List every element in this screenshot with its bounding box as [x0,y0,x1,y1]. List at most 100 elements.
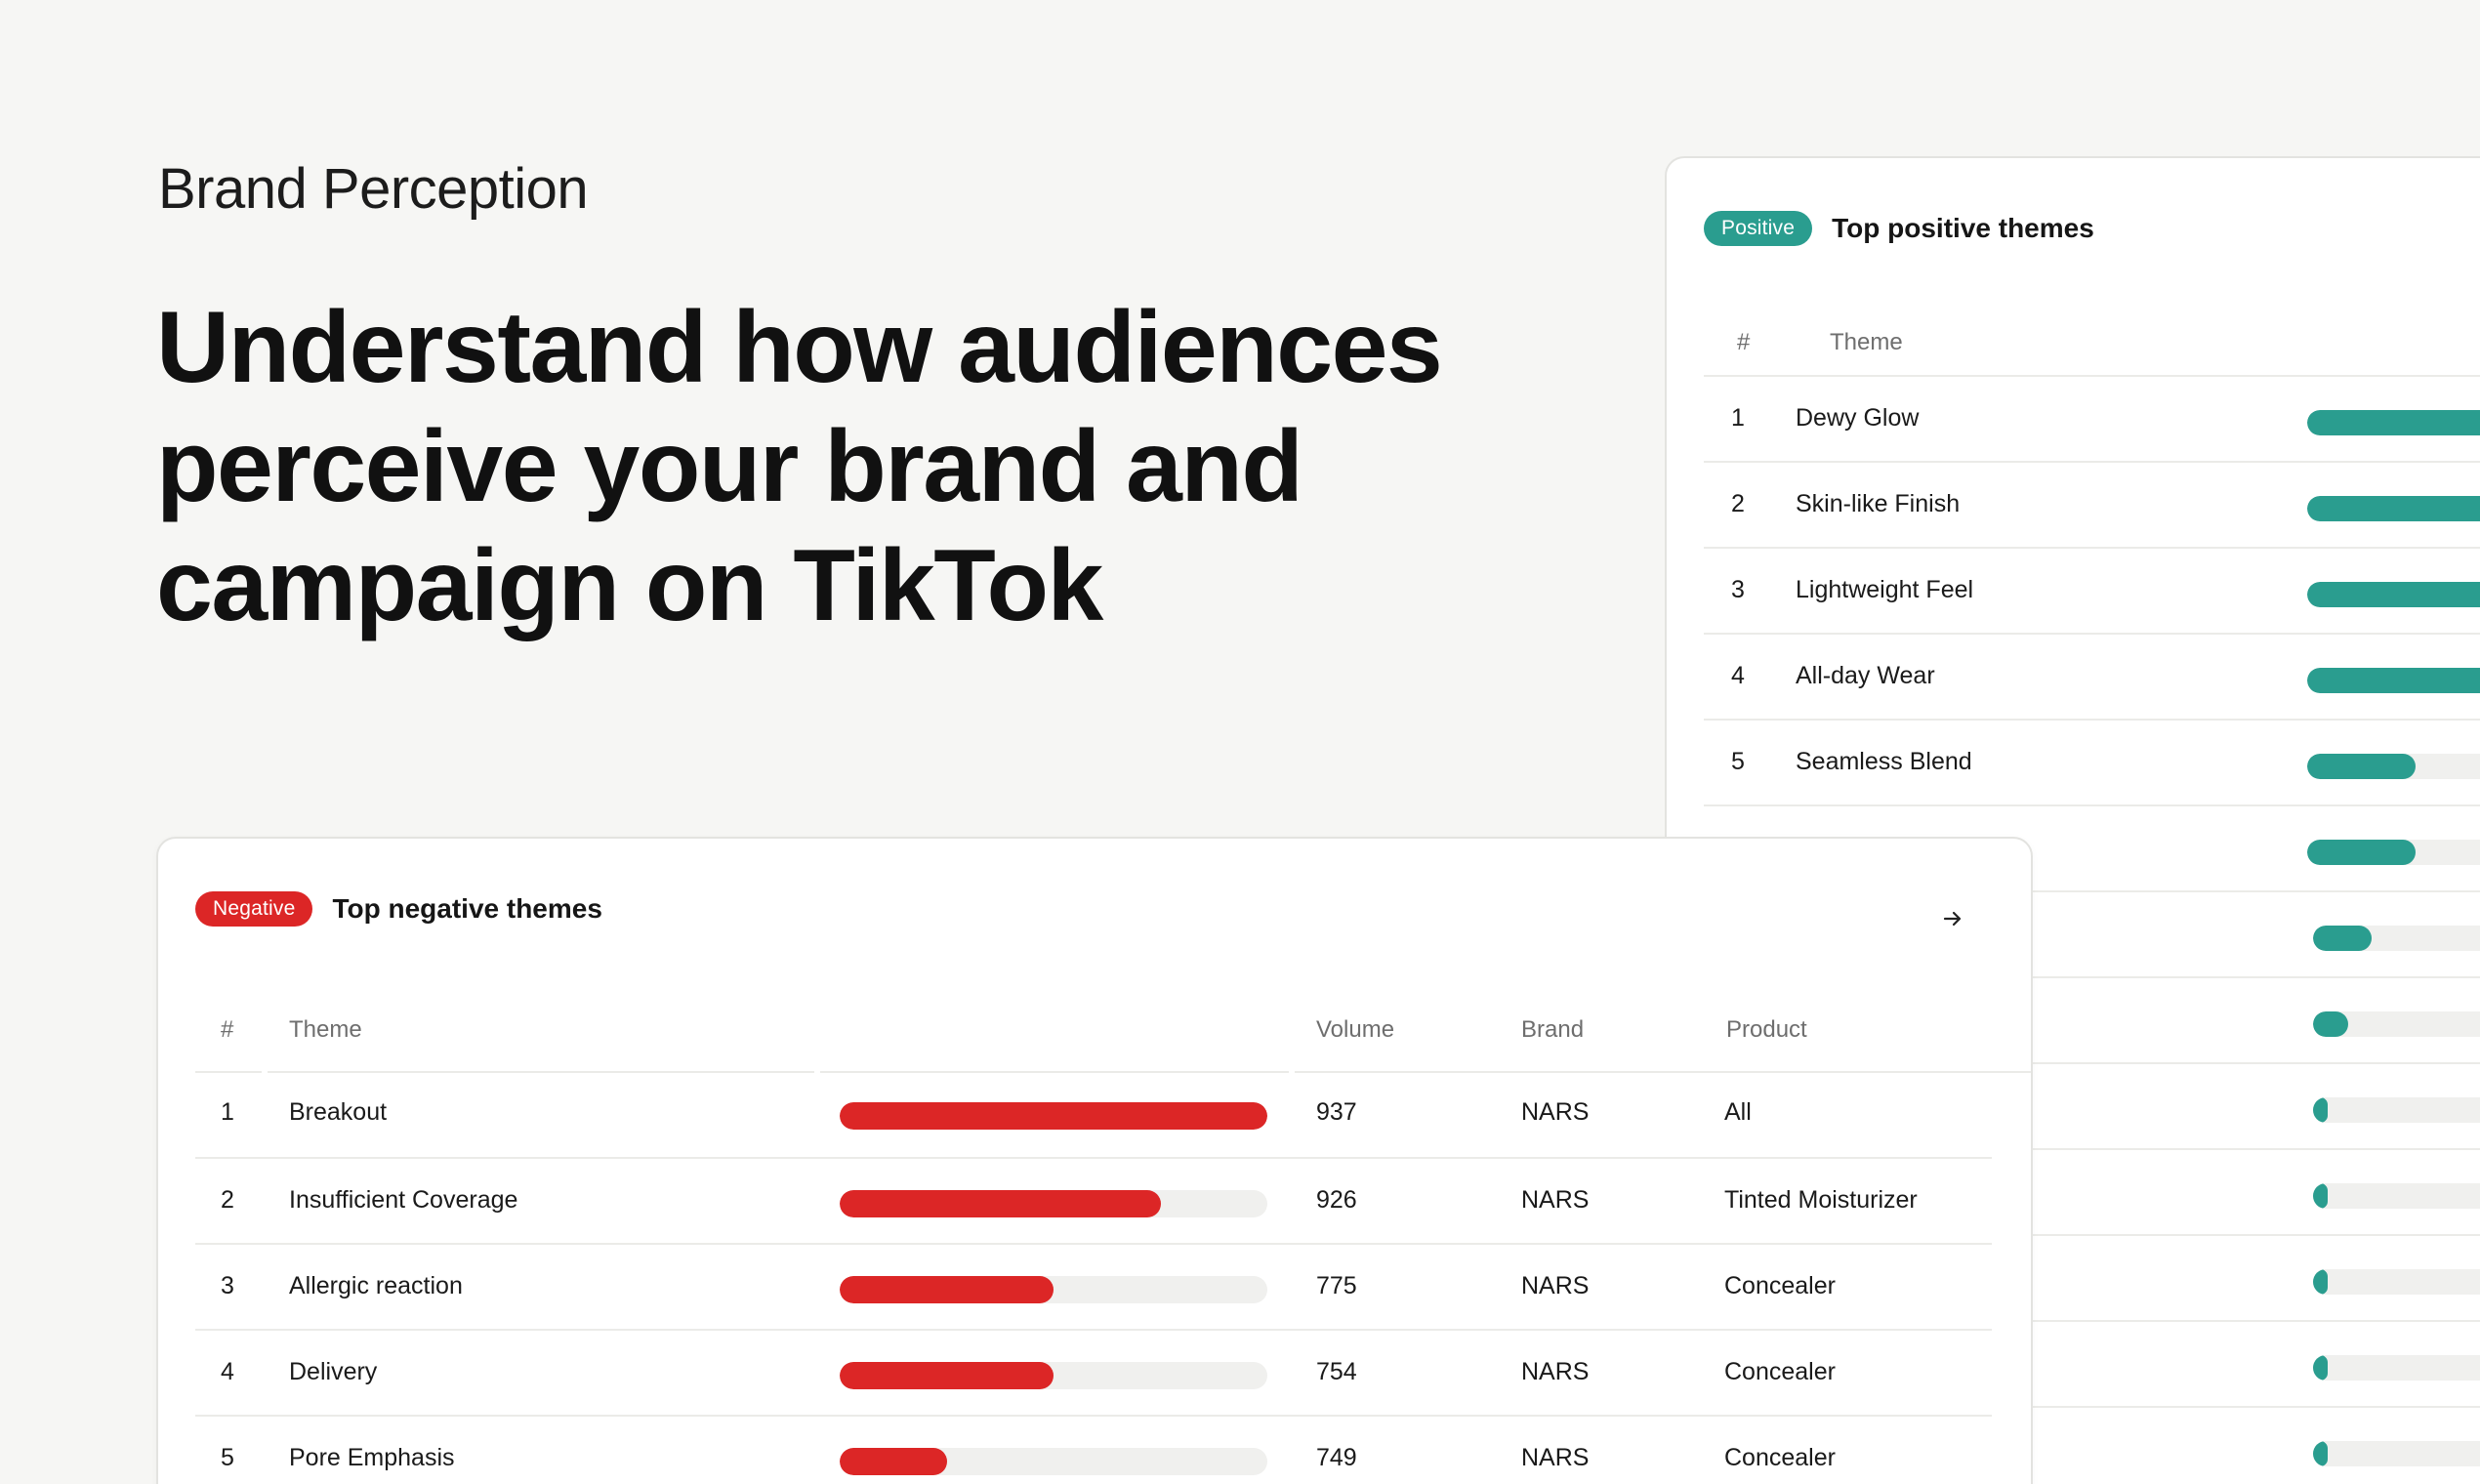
volume-bar [840,1362,1267,1389]
volume-bar [840,1102,1267,1130]
row-theme: Insufficient Coverage [289,1186,518,1214]
row-volume: 749 [1316,1444,1357,1471]
row-volume: 754 [1316,1358,1357,1385]
row-brand: NARS [1521,1272,1590,1299]
table-row: 4 Delivery 754 NARS Concealer [195,1329,1992,1415]
page-headline: Understand how audiences perceive your b… [156,288,1562,645]
volume-bar [2307,496,2480,521]
row-rank: 2 [1731,490,1745,517]
positive-badge: Positive [1704,211,1813,246]
volume-bar [2307,840,2480,865]
row-rank: 1 [221,1098,234,1126]
headline-line: Understand how audiences [156,291,1443,404]
column-header-product: Product [1726,1016,1807,1043]
column-header-number: # [1737,329,1751,355]
volume-bar [2307,754,2480,779]
volume-bar [2313,1183,2480,1209]
row-theme: Lightweight Feel [1796,576,1974,603]
volume-bar-fill [2307,754,2416,779]
table-row: 1 Breakout 937 NARS All [195,1071,1992,1157]
volume-bar [2313,1097,2480,1123]
volume-bar-fill [2313,1441,2328,1466]
table-row: 2 Insufficient Coverage 926 NARS Tinted Mois… [195,1157,1992,1243]
volume-bar-fill [840,1102,1267,1130]
row-rank: 4 [1731,662,1745,689]
table-row: 5 Seamless Blend [1704,719,2480,804]
table-header: # Theme Volume Brand Product [195,1007,2031,1073]
volume-bar-fill [840,1190,1161,1217]
row-rank: 5 [221,1444,234,1471]
row-rank: 3 [221,1272,234,1299]
volume-bar-fill [2313,1269,2328,1295]
row-brand: NARS [1521,1444,1590,1471]
volume-bar [2307,582,2480,607]
row-product: Concealer [1724,1444,1836,1471]
volume-bar [2313,926,2480,951]
row-brand: NARS [1521,1358,1590,1385]
volume-bar-fill [2313,1097,2328,1123]
row-rank: 2 [221,1186,234,1214]
column-header-volume: Volume [1316,1016,1395,1043]
row-volume: 937 [1316,1098,1357,1126]
volume-bar [840,1448,1267,1475]
row-theme: Dewy Glow [1796,404,1920,432]
row-product: Tinted Moisturizer [1724,1186,1918,1214]
volume-bar-fill [2307,840,2416,865]
section-eyebrow: Brand Perception [158,157,589,221]
row-rank: 3 [1731,576,1745,603]
row-volume: 926 [1316,1186,1357,1214]
card-header: Negative Top negative themes [195,891,602,927]
table-row: 5 Pore Emphasis 749 NARS Concealer [195,1415,1992,1484]
row-brand: NARS [1521,1098,1590,1126]
volume-bar [840,1190,1267,1217]
column-header-theme: Theme [289,1016,362,1043]
volume-bar-fill [2307,582,2480,607]
headline-line: perceive your brand and [156,410,1303,523]
column-header-brand: Brand [1521,1016,1585,1043]
volume-bar-fill [2307,410,2480,435]
volume-bar [2313,1441,2480,1466]
table-row: 4 All-day Wear [1704,633,2480,719]
volume-bar-fill [2307,668,2480,693]
row-rank: 5 [1731,748,1745,775]
volume-bar-fill [840,1276,1054,1303]
volume-bar-fill [2313,1355,2328,1381]
column-header-theme: Theme [1830,329,1903,355]
negative-badge: Negative [195,891,313,927]
negative-themes-card: Negative Top negative themes # Theme Vol… [156,837,2033,1484]
card-title: Top positive themes [1832,213,2094,243]
volume-bar [2313,1355,2480,1381]
headline-line: campaign on TikTok [156,529,1103,642]
row-theme: Delivery [289,1358,378,1385]
volume-bar [2313,1269,2480,1295]
table-row: 2 Skin-like Finish [1704,461,2480,547]
row-theme: Seamless Blend [1796,748,1972,775]
row-product: All [1724,1098,1752,1126]
table-row: 3 Allergic reaction 775 NARS Concealer [195,1243,1992,1329]
volume-bar-fill [2307,496,2480,521]
volume-bar [2307,668,2480,693]
volume-bar-fill [2313,926,2372,951]
table-row: 3 Lightweight Feel [1704,547,2480,633]
row-theme: Allergic reaction [289,1272,463,1299]
volume-bar-fill [840,1362,1054,1389]
row-brand: NARS [1521,1186,1590,1214]
card-title: Top negative themes [332,893,602,924]
volume-bar-fill [2313,1183,2328,1209]
row-theme: All-day Wear [1796,662,1935,689]
volume-bar-fill [2313,1011,2348,1037]
row-theme: Breakout [289,1098,388,1126]
row-rank: 1 [1731,404,1745,432]
table-row: 1 Dewy Glow [1704,375,2480,461]
volume-bar-fill [840,1448,947,1475]
arrow-right-icon[interactable] [1935,901,1970,936]
row-theme: Pore Emphasis [289,1444,455,1471]
volume-bar [840,1276,1267,1303]
row-volume: 775 [1316,1272,1357,1299]
card-header: Positive Top positive themes [1704,211,2094,246]
row-product: Concealer [1724,1358,1836,1385]
row-rank: 4 [221,1358,234,1385]
column-header-number: # [221,1016,234,1043]
row-theme: Skin-like Finish [1796,490,1961,517]
row-product: Concealer [1724,1272,1836,1299]
